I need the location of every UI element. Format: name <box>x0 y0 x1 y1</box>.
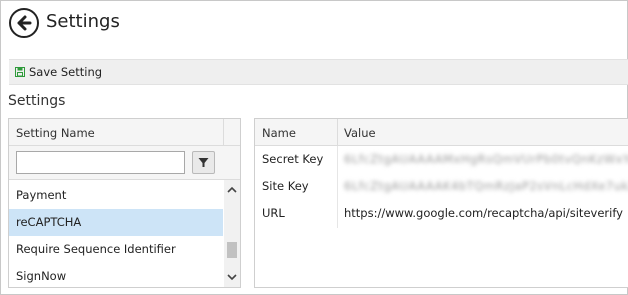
header-divider <box>223 119 224 145</box>
funnel-icon <box>198 158 209 167</box>
list-item-recaptcha[interactable]: reCAPTCHA <box>9 209 223 236</box>
filter-button[interactable] <box>192 151 215 174</box>
settings-list-grid: Setting Name Payment reCAPTCHA Require S… <box>8 118 241 288</box>
values-body: Secret Key 6LfcZtgAUAAAAMxHgRsQmVUrPb0tv… <box>255 146 628 236</box>
page-header: Settings <box>0 0 628 50</box>
table-row[interactable]: Site Key 6LfcZtgAUAAAAK4bTQmRzJaP2sVnLcH… <box>255 173 628 200</box>
column-header-value[interactable]: Value <box>344 126 376 140</box>
vertical-scrollbar[interactable] <box>224 180 240 287</box>
save-icon <box>15 67 25 77</box>
settings-list-body: Payment reCAPTCHA Require Sequence Ident… <box>9 180 240 287</box>
row-name-url: URL <box>262 206 285 220</box>
list-item-payment[interactable]: Payment <box>9 182 223 209</box>
setting-values-grid: Name Value Secret Key 6LfcZtgAUAAAAMxHgR… <box>254 118 628 288</box>
row-value-site-key: 6LfcZtgAUAAAAK4bTQmRzJaP2sVnLcHdXe7ukZ9b <box>344 179 628 193</box>
setting-name-filter-input[interactable] <box>16 151 185 174</box>
page-title: Settings <box>46 11 120 32</box>
column-header-setting-name[interactable]: Setting Name <box>16 126 95 140</box>
section-title: Settings <box>8 93 66 109</box>
toolbar: Save Setting <box>9 59 628 85</box>
values-header: Name Value <box>255 119 628 146</box>
row-name-site-key: Site Key <box>262 179 309 193</box>
column-header-name[interactable]: Name <box>262 126 296 140</box>
chevron-down-icon[interactable] <box>224 270 240 284</box>
save-setting-label: Save Setting <box>29 65 103 79</box>
save-setting-button[interactable]: Save Setting <box>15 63 102 81</box>
list-item-require-sequence-identifier[interactable]: Require Sequence Identifier <box>9 236 223 263</box>
back-button[interactable] <box>9 8 39 38</box>
row-name-secret-key: Secret Key <box>262 152 324 166</box>
chevron-up-icon[interactable] <box>224 183 240 197</box>
filter-row <box>9 146 240 180</box>
table-row[interactable]: Secret Key 6LfcZtgAUAAAAMxHgRsQmVUrPb0tv… <box>255 146 628 173</box>
list-item-signnow[interactable]: SignNow <box>9 263 223 287</box>
table-row[interactable]: URL https://www.google.com/recaptcha/api… <box>255 200 628 227</box>
row-value-url: https://www.google.com/recaptcha/api/sit… <box>344 206 623 220</box>
settings-list-header: Setting Name <box>9 119 240 146</box>
row-value-secret-key: 6LfcZtgAUAAAAMxHgRsQmVUrPb0tvQnKzWxYa8sT <box>344 152 628 166</box>
scrollbar-thumb[interactable] <box>227 242 237 258</box>
arrow-left-icon <box>17 15 32 31</box>
header-divider <box>337 119 338 145</box>
